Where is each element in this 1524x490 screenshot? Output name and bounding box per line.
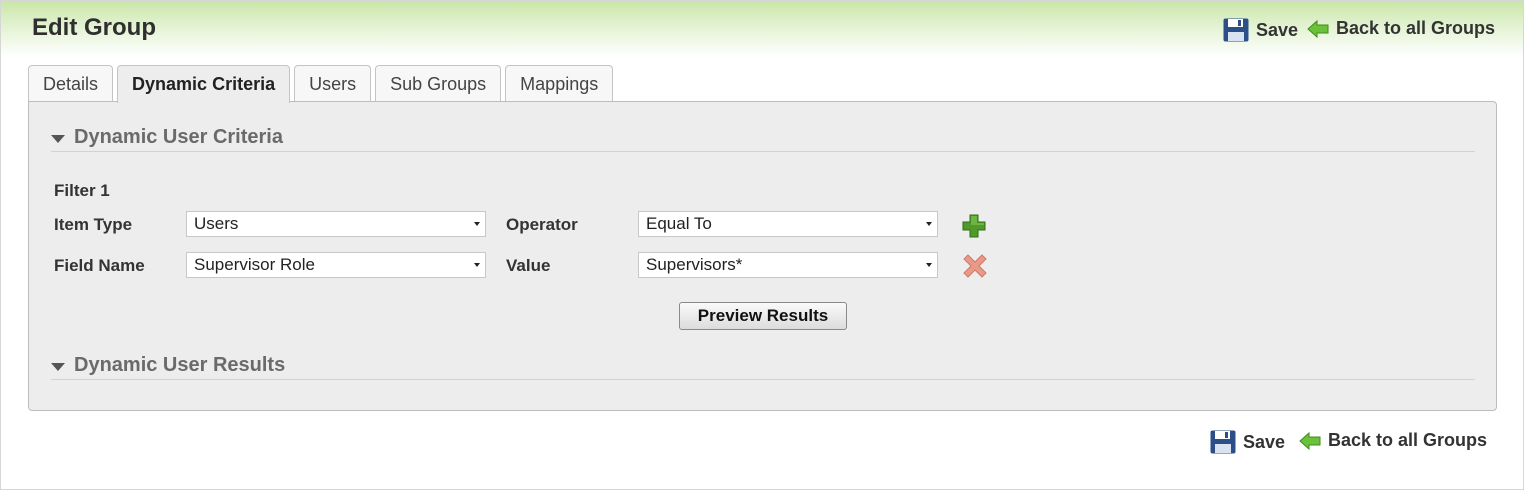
filter-title: Filter 1 [54,181,110,200]
dropdown-caret-icon [926,222,932,226]
back-label-bottom: Back to all Groups [1328,430,1488,450]
page-title: Edit Group [32,14,156,41]
tab-sub-groups[interactable]: Sub Groups [375,65,502,102]
back-label-top: Back to all Groups [1336,18,1496,38]
field-name-value: Supervisor Role [194,255,315,274]
save-label-bottom: Save [1243,431,1286,452]
criteria-section-title: Dynamic User Criteria [74,126,283,148]
tab-bar: Details Dynamic Criteria Users Sub Group… [28,65,617,103]
dynamic-criteria-panel: Dynamic User Criteria Filter 1 Item Type… [28,101,1497,411]
dropdown-caret-icon [926,263,932,267]
add-filter-icon[interactable] [962,214,986,243]
save-icon [1223,18,1249,42]
back-arrow-icon [1299,431,1321,451]
remove-filter-icon[interactable] [963,254,987,283]
criteria-section-header[interactable]: Dynamic User Criteria [51,124,1475,152]
collapse-triangle-icon [51,134,65,143]
item-type-value: Users [194,214,239,233]
item-type-label: Item Type [54,215,133,234]
value-select[interactable]: Supervisors* [638,252,938,278]
save-button-top[interactable]: Save [1223,18,1298,42]
field-name-label: Field Name [54,256,145,275]
operator-label: Operator [506,215,578,234]
save-icon [1210,430,1236,454]
item-type-select[interactable]: Users [186,211,486,237]
dropdown-caret-icon [474,222,480,226]
preview-results-button[interactable]: Preview Results [679,302,847,330]
operator-select[interactable]: Equal To [638,211,938,237]
operator-value: Equal To [646,214,712,233]
dropdown-caret-icon [474,263,480,267]
results-section-header[interactable]: Dynamic User Results [51,352,1475,380]
results-section-title: Dynamic User Results [74,354,286,376]
tab-dynamic-criteria[interactable]: Dynamic Criteria [117,65,291,103]
tab-users[interactable]: Users [294,65,372,102]
value-label: Value [506,256,551,275]
save-button-bottom[interactable]: Save [1210,430,1285,454]
save-label-top: Save [1256,19,1299,40]
tab-mappings[interactable]: Mappings [505,65,614,102]
back-arrow-icon [1307,19,1329,39]
back-to-groups-bottom[interactable]: Back to all Groups [1299,430,1487,451]
collapse-triangle-icon [51,362,65,371]
field-name-select[interactable]: Supervisor Role [186,252,486,278]
value-value: Supervisors* [646,255,743,274]
tab-details[interactable]: Details [28,65,114,102]
edit-group-page: Edit Group Save Back to all Groups Detai… [0,0,1524,490]
back-to-groups-top[interactable]: Back to all Groups [1307,18,1495,39]
page-header: Edit Group Save Back to all Groups [1,1,1523,57]
